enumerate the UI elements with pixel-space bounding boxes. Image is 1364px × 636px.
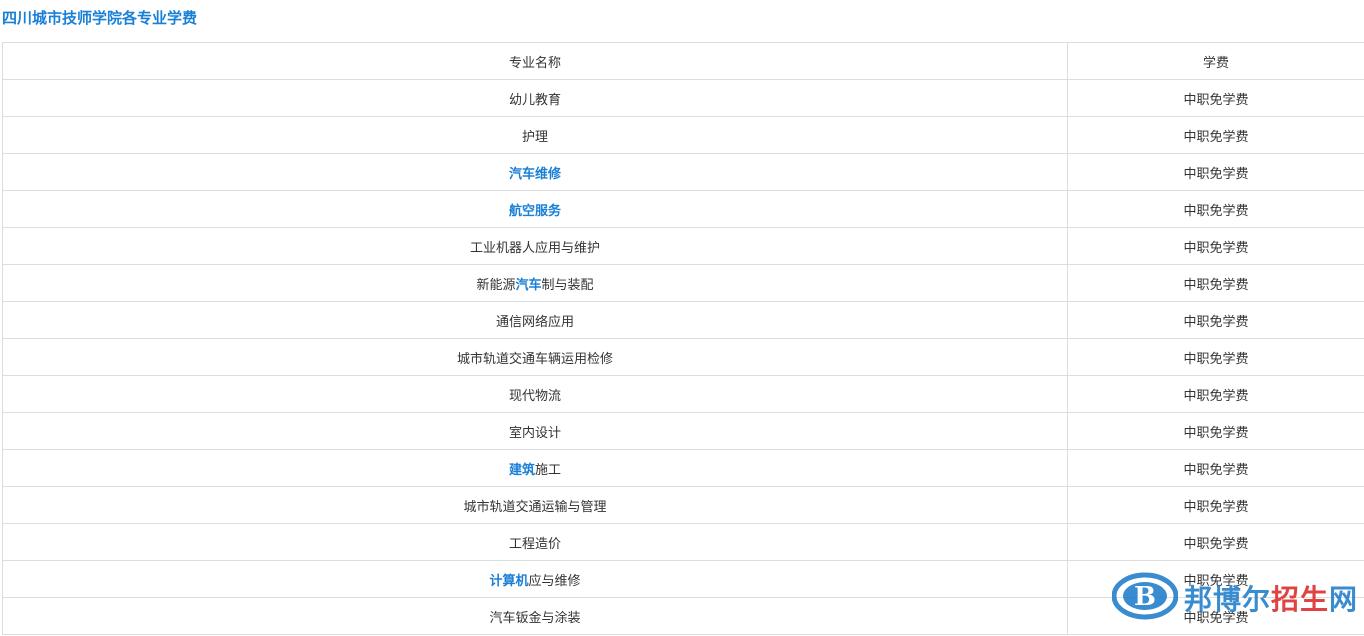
fee-cell: 中职免学费 bbox=[1067, 116, 1364, 154]
fee-cell: 中职免学费 bbox=[1067, 412, 1364, 450]
major-name-cell: 汽车维修 bbox=[2, 153, 1068, 191]
major-name-cell: 室内设计 bbox=[2, 412, 1068, 450]
table-row: 幼儿教育 中职免学费 bbox=[2, 79, 1364, 117]
major-link[interactable]: 航空服务 bbox=[509, 204, 561, 219]
table-row: 现代物流 中职免学费 bbox=[2, 375, 1364, 413]
major-name-text: 新能源 bbox=[476, 277, 516, 293]
major-name-cell: 通信网络应用 bbox=[2, 301, 1068, 339]
header-major-name: 专业名称 bbox=[2, 42, 1068, 80]
major-name-cell: 现代物流 bbox=[2, 375, 1068, 413]
major-name-text: 应与维修 bbox=[528, 573, 581, 589]
page-title: 四川城市技师学院各专业学费 bbox=[2, 9, 198, 27]
major-name-text: 制与装配 bbox=[541, 277, 594, 293]
major-name-text: 城市轨道交通车辆运用检修 bbox=[456, 351, 613, 367]
major-name-cell: 新能源汽车制与装配 bbox=[2, 264, 1068, 302]
major-name-text: 护理 bbox=[521, 129, 548, 145]
table-row: 新能源汽车制与装配 中职免学费 bbox=[2, 264, 1364, 302]
fee-cell: 中职免学费 bbox=[1067, 597, 1364, 635]
major-name-cell: 计算机应与维修 bbox=[2, 560, 1068, 598]
major-name-text: 汽车钣金与涂装 bbox=[489, 610, 581, 626]
table-row: 计算机应与维修 中职免学费 bbox=[2, 560, 1364, 598]
fee-cell: 中职免学费 bbox=[1067, 153, 1364, 191]
major-name-text: 现代物流 bbox=[508, 388, 561, 404]
fee-cell: 中职免学费 bbox=[1067, 301, 1364, 339]
major-name-cell: 城市轨道交通运输与管理 bbox=[2, 486, 1068, 524]
major-name-cell: 建筑施工 bbox=[2, 449, 1068, 487]
table-header-row: 专业名称 学费 bbox=[2, 42, 1364, 80]
table-row: 汽车维修 中职免学费 bbox=[2, 153, 1364, 191]
major-link[interactable]: 计算机 bbox=[489, 574, 528, 589]
major-name-cell: 汽车钣金与涂装 bbox=[2, 597, 1068, 635]
major-link[interactable]: 汽车维修 bbox=[509, 167, 561, 182]
fee-cell: 中职免学费 bbox=[1067, 264, 1364, 302]
fee-cell: 中职免学费 bbox=[1067, 449, 1364, 487]
table-row: 工程造价 中职免学费 bbox=[2, 523, 1364, 561]
major-name-cell: 工程造价 bbox=[2, 523, 1068, 561]
major-name-text: 通信网络应用 bbox=[495, 314, 574, 330]
table-row: 通信网络应用 中职免学费 bbox=[2, 301, 1364, 339]
header-fee: 学费 bbox=[1067, 42, 1364, 80]
major-link[interactable]: 汽车 bbox=[515, 278, 541, 293]
table-row: 工业机器人应用与维护 中职免学费 bbox=[2, 227, 1364, 265]
fee-table: 专业名称 学费 幼儿教育 中职免学费 护理 中职免学费 汽车维修 中职免学费 航空服务 中职免… bbox=[2, 42, 1364, 635]
fee-cell: 中职免学费 bbox=[1067, 79, 1364, 117]
table-row: 城市轨道交通车辆运用检修 中职免学费 bbox=[2, 338, 1364, 376]
major-name-text: 施工 bbox=[535, 462, 562, 478]
table-row: 城市轨道交通运输与管理 中职免学费 bbox=[2, 486, 1364, 524]
table-row: 建筑施工 中职免学费 bbox=[2, 449, 1364, 487]
fee-cell: 中职免学费 bbox=[1067, 227, 1364, 265]
major-name-cell: 幼儿教育 bbox=[2, 79, 1068, 117]
major-name-cell: 航空服务 bbox=[2, 190, 1068, 228]
major-name-text: 工程造价 bbox=[508, 536, 561, 552]
fee-table-body: 专业名称 学费 幼儿教育 中职免学费 护理 中职免学费 汽车维修 中职免学费 航空服务 中职免… bbox=[2, 42, 1364, 635]
fee-cell: 中职免学费 bbox=[1067, 375, 1364, 413]
major-name-text: 城市轨道交通运输与管理 bbox=[463, 499, 607, 515]
table-row: 室内设计 中职免学费 bbox=[2, 412, 1364, 450]
fee-cell: 中职免学费 bbox=[1067, 523, 1364, 561]
fee-cell: 中职免学费 bbox=[1067, 560, 1364, 598]
major-link[interactable]: 建筑 bbox=[509, 463, 535, 478]
major-name-text: 工业机器人应用与维护 bbox=[469, 240, 600, 256]
major-name-text: 室内设计 bbox=[508, 425, 561, 441]
page: 四川城市技师学院各专业学费 专业名称 学费 幼儿教育 中职免学费 护理 中职免学费 汽车… bbox=[0, 0, 1364, 636]
fee-cell: 中职免学费 bbox=[1067, 338, 1364, 376]
major-name-cell: 城市轨道交通车辆运用检修 bbox=[2, 338, 1068, 376]
major-name-cell: 工业机器人应用与维护 bbox=[2, 227, 1068, 265]
table-row: 护理 中职免学费 bbox=[2, 116, 1364, 154]
table-row: 汽车钣金与涂装 中职免学费 bbox=[2, 597, 1364, 635]
table-row: 航空服务 中职免学费 bbox=[2, 190, 1364, 228]
fee-cell: 中职免学费 bbox=[1067, 190, 1364, 228]
major-name-cell: 护理 bbox=[2, 116, 1068, 154]
fee-cell: 中职免学费 bbox=[1067, 486, 1364, 524]
major-name-text: 幼儿教育 bbox=[508, 92, 561, 108]
